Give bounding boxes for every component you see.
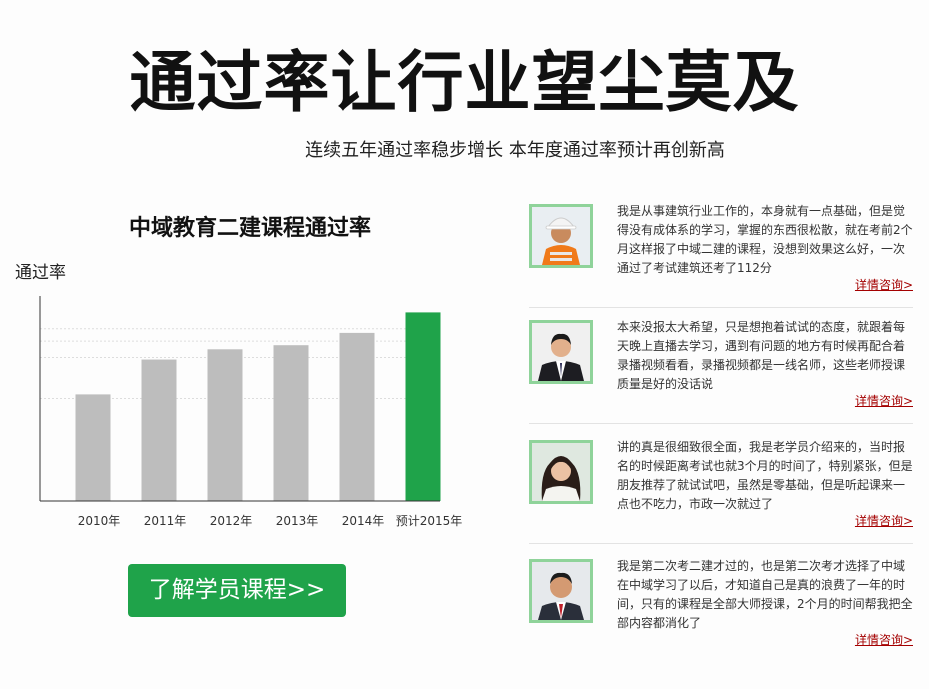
divider (529, 423, 913, 424)
chart-bar (75, 394, 111, 501)
testimonial-card: 讲的真是很细致很全面，我是老学员介绍来的，当时报名的时候距离考试也就3个月的时间… (529, 440, 913, 544)
chart-x-tick-label: 2010年 (78, 514, 121, 528)
chart-x-tick-label: 2011年 (144, 514, 187, 528)
details-link[interactable]: 详情咨询> (855, 276, 913, 293)
hero-subtitle: 连续五年通过率稳步增长 本年度通过率预计再创新高 (305, 140, 725, 161)
chart-x-tick-label: 2013年 (276, 514, 319, 528)
woman-avatar (529, 440, 593, 504)
testimonial-card: 我是从事建筑行业工作的，本身就有一点基础，但是觉得没有成体系的学习，掌握的东西很… (529, 204, 913, 308)
chart-bar (405, 312, 441, 501)
divider (529, 307, 913, 308)
businessman-avatar (529, 320, 593, 384)
testimonial-card: 我是第二次考二建才过的，也是第二次考才选择了中域在中域学习了以后，才知道自己是真… (529, 559, 913, 649)
testimonial-text: 我是从事建筑行业工作的，本身就有一点基础，但是觉得没有成体系的学习，掌握的东西很… (617, 204, 913, 275)
details-link[interactable]: 详情咨询> (855, 512, 913, 529)
hero-title: 通过率让行业望尘莫及 (129, 44, 800, 121)
testimonial-text: 本来没报太大希望，只是想抱着试试的态度，就跟着每天晚上直播去学习，遇到有问题的地… (617, 320, 906, 391)
chart-bar (207, 349, 243, 501)
chart-x-tick-label: 2014年 (342, 514, 385, 528)
chart-bar (141, 359, 177, 501)
chart-x-tick-label: 2012年 (210, 514, 253, 528)
divider (529, 543, 913, 544)
pass-rate-chart: 2010年 2011年 2012年 2013年 2014年 预计2015年 (39, 296, 463, 528)
chart-bar (273, 345, 309, 501)
chart-x-tick-label: 预计2015年 (396, 514, 463, 528)
chart-title: 中域教育二建课程通过率 (128, 216, 371, 241)
view-courses-button[interactable]: 了解学员课程>> (128, 564, 346, 617)
testimonial-card: 本来没报太大希望，只是想抱着试试的态度，就跟着每天晚上直播去学习，遇到有问题的地… (529, 320, 913, 424)
testimonial-text: 我是第二次考二建才过的，也是第二次考才选择了中域在中域学习了以后，才知道自己是真… (617, 559, 913, 630)
chart-bar (339, 332, 375, 501)
testimonial-text: 讲的真是很细致很全面，我是老学员介绍来的，当时报名的时候距离考试也就3个月的时间… (617, 440, 913, 511)
chart-y-axis-label: 通过率 (15, 263, 66, 283)
man-red-tie-avatar (529, 559, 593, 623)
details-link[interactable]: 详情咨询> (855, 631, 913, 648)
details-link[interactable]: 详情咨询> (855, 392, 913, 409)
construction-worker-avatar (529, 204, 593, 268)
